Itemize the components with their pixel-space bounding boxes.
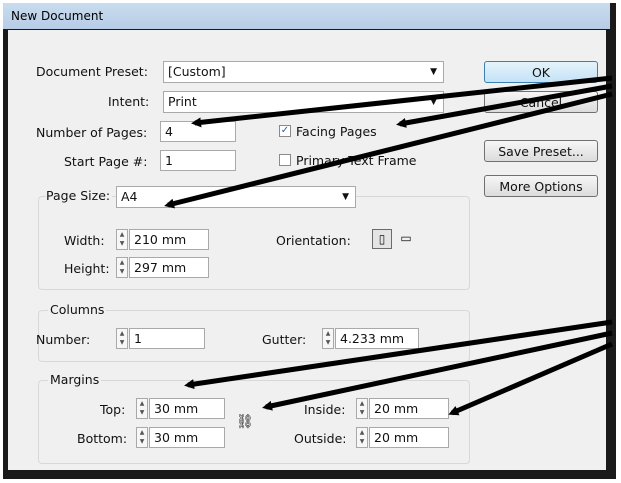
arrow-to-outside-margin [448,341,613,416]
arrow-to-link-icon [262,330,613,411]
arrow-to-top-margin [184,319,613,390]
arrow-to-page-size [164,91,613,209]
annotation-arrows [164,75,613,416]
arrow-to-pages [191,75,613,128]
